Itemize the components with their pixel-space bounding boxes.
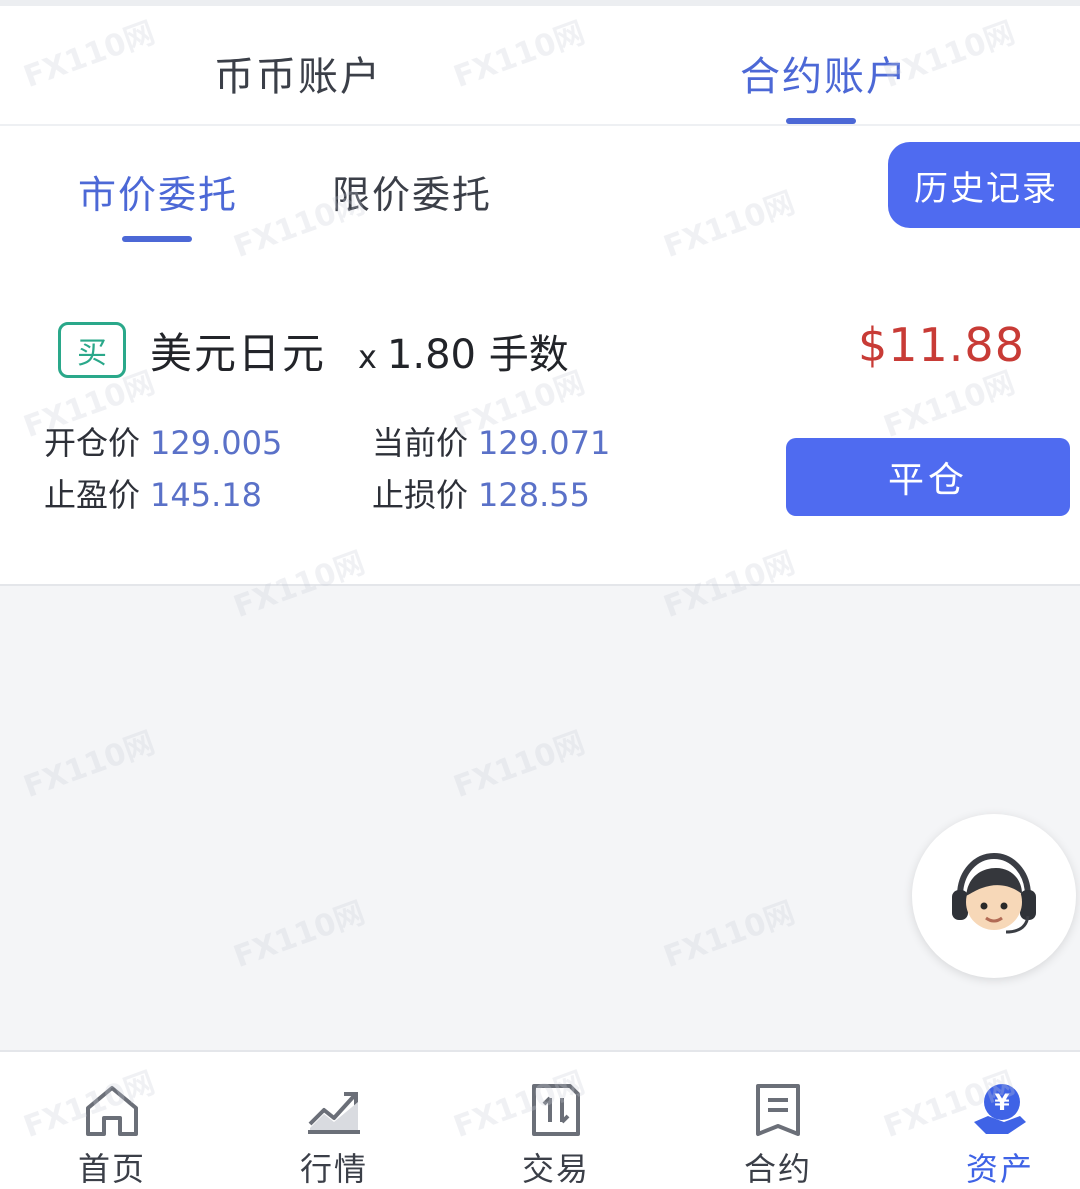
customer-support-button[interactable]	[912, 814, 1076, 978]
currency-pair: 美元日元	[150, 329, 327, 378]
take-profit-value: 145.18	[150, 476, 262, 514]
nav-assets-label: 资产	[965, 1150, 1034, 1188]
buy-side-badge: 买	[58, 322, 126, 378]
chart-trend-icon	[308, 1092, 360, 1134]
nav-trade-label: 交易	[521, 1150, 590, 1188]
watermark: FX110网	[19, 725, 160, 806]
close-position-button[interactable]: 平仓	[786, 438, 1070, 516]
tab-market-order[interactable]: 市价委托	[78, 164, 238, 219]
active-tab-indicator	[786, 118, 856, 124]
floating-profit: $11.88	[858, 318, 1025, 372]
stop-loss-label: 止损价	[372, 476, 469, 514]
nav-home[interactable]: 首页	[32, 1052, 192, 1189]
home-icon	[86, 1086, 138, 1136]
contract-document-icon	[756, 1084, 800, 1136]
open-price-value: 129.005	[150, 424, 283, 462]
open-price-label: 开仓价	[44, 424, 141, 462]
current-price-label: 当前价	[372, 424, 469, 462]
take-profit-label: 止盈价	[44, 476, 141, 514]
nav-contract-label: 合约	[743, 1150, 812, 1188]
tab-contract-account[interactable]: 合约账户	[740, 44, 908, 102]
nav-home-label: 首页	[77, 1150, 146, 1188]
current-price-field: 当前价 129.071	[372, 418, 610, 464]
nav-market-label: 行情	[299, 1150, 368, 1188]
app-page: 币币账户 合约账户 市价委托 限价委托 历史记录 买 美元日元 x 1.80 手数…	[0, 0, 1080, 1189]
tab-limit-order[interactable]: 限价委托	[332, 164, 492, 219]
position-card: 市价委托 限价委托 历史记录 买 美元日元 x 1.80 手数 $11.88 开仓…	[0, 126, 1080, 586]
history-button[interactable]: 历史记录	[888, 142, 1080, 228]
active-order-tab-indicator	[122, 236, 192, 242]
wallet-yuan-icon: ¥	[974, 1084, 1026, 1134]
open-price-field: 开仓价 129.005	[44, 418, 282, 464]
lot-size: x 1.80 手数	[358, 322, 569, 380]
nav-market[interactable]: 行情	[254, 1052, 414, 1189]
watermark: FX110网	[659, 895, 800, 976]
multiplier-symbol: x	[358, 338, 377, 376]
tab-spot-account[interactable]: 币币账户	[214, 44, 382, 102]
account-tab-bar: 币币账户 合约账户	[0, 0, 1080, 126]
current-price-value: 129.071	[478, 424, 611, 462]
support-agent-icon	[952, 852, 1036, 934]
watermark: FX110网	[449, 725, 590, 806]
take-profit-field: 止盈价 145.18	[44, 470, 262, 516]
trade-document-icon	[532, 1084, 580, 1136]
svg-text:¥: ¥	[994, 1091, 1010, 1116]
stop-loss-value: 128.55	[478, 476, 590, 514]
watermark: FX110网	[229, 895, 370, 976]
nav-contract[interactable]: 合约	[698, 1052, 858, 1189]
nav-assets[interactable]: ¥ 资产	[920, 1052, 1080, 1189]
nav-trade[interactable]: 交易	[476, 1052, 636, 1189]
stop-loss-field: 止损价 128.55	[372, 470, 590, 516]
bottom-navigation: 首页 行情 交易 合约 ¥ 资产	[0, 1050, 1080, 1189]
lot-value: 1.80 手数	[386, 332, 569, 378]
